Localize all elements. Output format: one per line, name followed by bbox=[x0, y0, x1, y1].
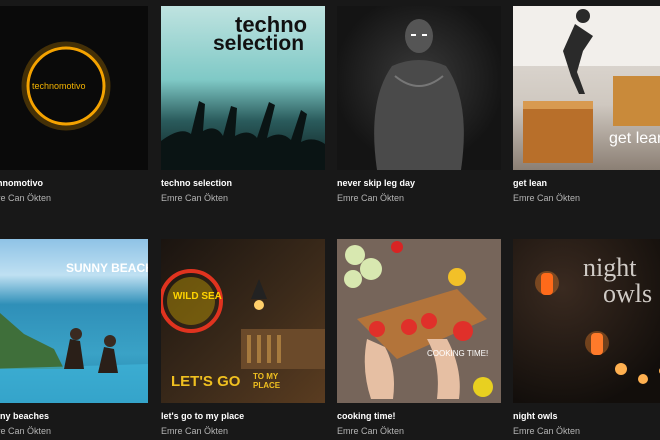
cover-text: get lean bbox=[609, 130, 660, 147]
playlist-author[interactable]: Emre Can Ökten bbox=[513, 426, 580, 436]
playlist-author[interactable]: Emre Can Ökten bbox=[0, 193, 51, 203]
cover-text-line1: LET'S GO bbox=[171, 373, 241, 390]
cover-text-line3: PLACE bbox=[253, 381, 281, 390]
sign-text: WILD SEA bbox=[173, 291, 222, 302]
playlist-cover[interactable] bbox=[337, 6, 501, 170]
athlete-artwork bbox=[374, 19, 464, 170]
cover-text: COOKING TIME! bbox=[427, 349, 489, 358]
playlist-author[interactable]: Emre Can Ökten bbox=[337, 426, 404, 436]
playlist-cover[interactable]: SUNNY BEACHES bbox=[0, 239, 148, 403]
playlist-author[interactable]: Emre Can Ökten bbox=[161, 193, 228, 203]
playlist-title[interactable]: let's go to my place bbox=[161, 411, 244, 421]
playlist-title[interactable]: night owls bbox=[513, 411, 558, 421]
playlist-cover[interactable]: COOKING TIME! bbox=[337, 239, 501, 403]
cover-text-line2: owls bbox=[603, 279, 653, 308]
playlist-author[interactable]: Emre Can Ökten bbox=[0, 426, 51, 436]
playlist-cover[interactable]: get lean bbox=[513, 6, 660, 170]
cover-text-line2: selection bbox=[213, 32, 305, 55]
playlist-title[interactable]: never skip leg day bbox=[337, 178, 415, 188]
playlist-author[interactable]: Emre Can Ökten bbox=[513, 193, 580, 203]
cover-text: technomotivo bbox=[32, 81, 86, 91]
cover-text-line2: TO MY bbox=[253, 372, 279, 381]
playlist-title[interactable]: techno selection bbox=[161, 178, 232, 188]
playlist-cover[interactable]: night owls bbox=[513, 239, 660, 403]
playlist-title[interactable]: sunny beaches bbox=[0, 411, 49, 421]
playlist-cover[interactable]: technomotivo bbox=[0, 6, 148, 170]
playlist-title[interactable]: get lean bbox=[513, 178, 547, 188]
playlist-cover[interactable]: techno selection bbox=[161, 6, 325, 170]
playlist-author[interactable]: Emre Can Ökten bbox=[161, 426, 228, 436]
playlist-author[interactable]: Emre Can Ökten bbox=[337, 193, 404, 203]
playlist-title[interactable]: technomotivo bbox=[0, 178, 43, 188]
playlist-title[interactable]: cooking time! bbox=[337, 411, 396, 421]
cover-text: SUNNY BEACHES bbox=[66, 261, 148, 275]
playlist-cover[interactable]: WILD SEA LET'S GO TO MY PLACE bbox=[161, 239, 325, 403]
cooking-artwork bbox=[337, 239, 501, 403]
